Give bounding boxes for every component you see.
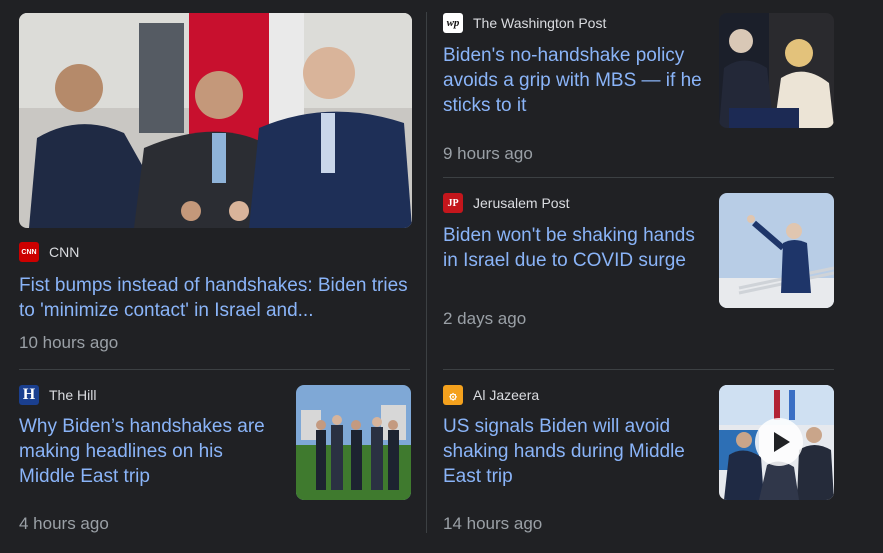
- aljazeera-story[interactable]: ۞ Al Jazeera US signals Biden will avoid…: [443, 385, 708, 534]
- hill-headline[interactable]: Why Biden’s handshakes are making headli…: [19, 414, 284, 489]
- aljazeera-source: ۞ Al Jazeera: [443, 385, 708, 405]
- wapo-source-name: The Washington Post: [473, 15, 607, 31]
- divider: [443, 369, 834, 370]
- cnn-source: CNN CNN: [19, 242, 414, 262]
- aljazeera-source-name: Al Jazeera: [473, 387, 540, 403]
- aljazeera-logo: ۞: [443, 385, 463, 405]
- column-divider: [426, 12, 427, 533]
- cnn-headline[interactable]: Fist bumps instead of handshakes: Biden …: [19, 273, 414, 323]
- hill-logo: H: [19, 385, 39, 405]
- wapo-headline[interactable]: Biden's no-handshake policy avoids a gri…: [443, 43, 708, 118]
- divider: [443, 177, 834, 178]
- wapo-story-image[interactable]: [719, 13, 834, 128]
- jpost-story[interactable]: JP Jerusalem Post Biden won't be shaking…: [443, 193, 708, 329]
- cnn-story-image[interactable]: [19, 13, 412, 228]
- cnn-age: 10 hours ago: [19, 333, 119, 352]
- aljazeera-headline[interactable]: US signals Biden will avoid shaking hand…: [443, 414, 708, 489]
- cnn-source-name: CNN: [49, 244, 80, 260]
- jpost-source-name: Jerusalem Post: [473, 195, 570, 211]
- aljazeera-age: 14 hours ago: [443, 514, 543, 533]
- hill-age: 4 hours ago: [19, 514, 109, 533]
- jpost-logo: JP: [443, 193, 463, 213]
- hill-story-image[interactable]: [296, 385, 411, 500]
- wapo-logo: wp: [443, 13, 463, 33]
- hill-source-name: The Hill: [49, 387, 97, 403]
- divider: [19, 369, 410, 370]
- hill-source: H The Hill: [19, 385, 284, 405]
- jpost-age: 2 days ago: [443, 309, 527, 328]
- play-icon[interactable]: [755, 418, 803, 466]
- jpost-story-image[interactable]: [719, 193, 834, 308]
- cnn-logo: CNN: [19, 242, 39, 262]
- wapo-story[interactable]: wp The Washington Post Biden's no-handsh…: [443, 13, 708, 164]
- aljazeera-story-image[interactable]: [719, 385, 834, 500]
- cnn-story[interactable]: CNN CNN Fist bumps instead of handshakes…: [19, 242, 414, 353]
- jpost-source: JP Jerusalem Post: [443, 193, 708, 213]
- wapo-source: wp The Washington Post: [443, 13, 708, 33]
- hill-story[interactable]: H The Hill Why Biden’s handshakes are ma…: [19, 385, 284, 534]
- jpost-headline[interactable]: Biden won't be shaking hands in Israel d…: [443, 223, 708, 273]
- wapo-age: 9 hours ago: [443, 144, 533, 163]
